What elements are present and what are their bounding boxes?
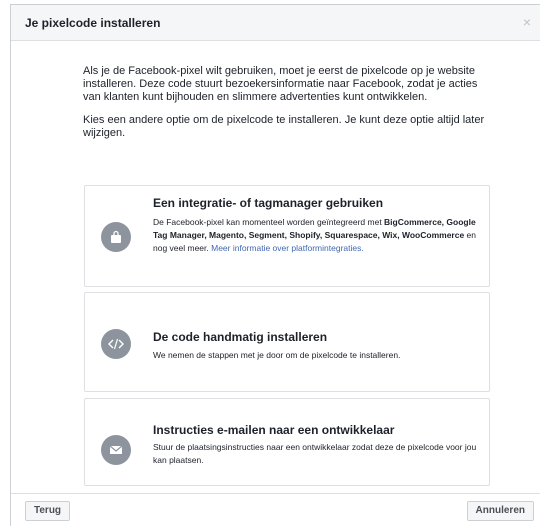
option-manual-title: De code handmatig installeren [153,330,328,344]
option-integration-description: De Facebook-pixel kan momenteel worden g… [153,217,477,253]
option-manual-card[interactable]: De code handmatig installeren We nemen d… [84,292,490,392]
cancel-button[interactable]: Annuleren [466,501,534,521]
intro-text: Als je de Facebook-pixel wilt gebruiken,… [83,65,493,150]
dialog-footer: Terug Annuleren [11,493,540,528]
back-button[interactable]: Terug [25,501,71,521]
shopping-bag-icon [101,222,131,252]
intro-paragraph-2: Kies een andere optie om de pixelcode te… [83,114,485,139]
close-icon[interactable]: × [520,15,534,29]
intro-paragraph-1: Als je de Facebook-pixel wilt gebruiken,… [83,65,478,103]
envelope-icon [101,435,131,465]
option-email-description: Stuur de plaatsingsinstructies naar een … [153,442,477,465]
option-email-title: Instructies e-mailen naar een ontwikkela… [153,423,395,437]
option-integration-title: Een integratie- of tagmanager gebruiken [153,196,384,210]
option-manual-description: We nemen de stappen met je door om de pi… [153,350,401,360]
option-email-card[interactable]: Instructies e-mailen naar een ontwikkela… [84,398,490,486]
option-integration-card[interactable]: Een integratie- of tagmanager gebruiken … [84,185,490,287]
dialog-header: Je pixelcode installeren × [11,5,540,41]
code-icon [101,329,131,359]
install-pixel-dialog: Je pixelcode installeren × Als je de Fac… [10,4,540,528]
platform-integrations-link[interactable]: Meer informatie over platformintegraties… [211,243,364,253]
dialog-title: Je pixelcode installeren [25,16,161,30]
